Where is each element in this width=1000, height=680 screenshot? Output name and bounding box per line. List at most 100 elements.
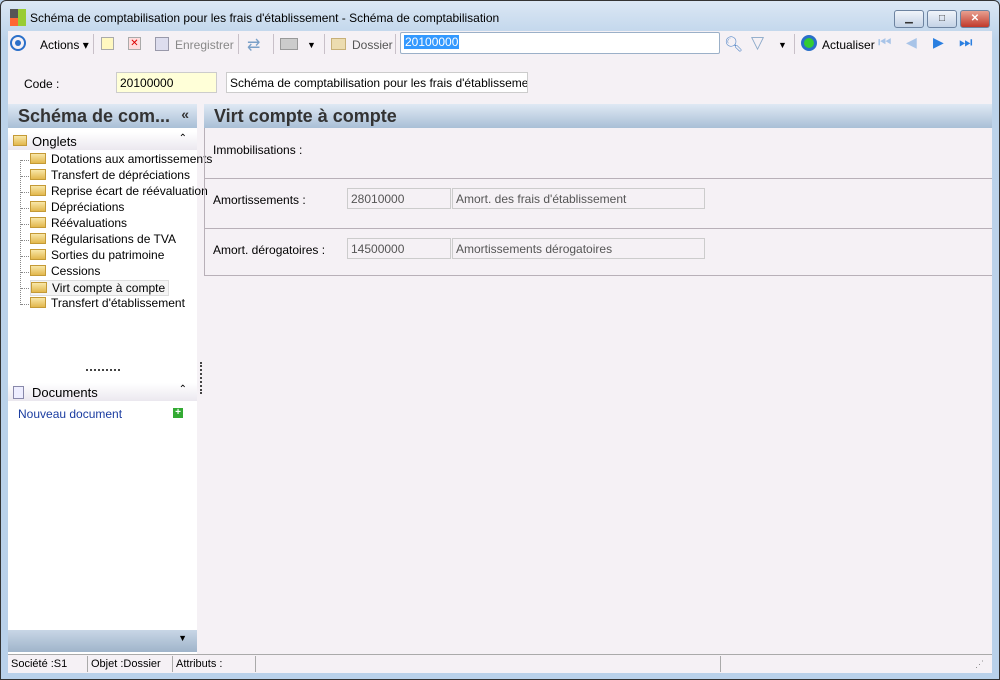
tree-item[interactable]: Reprise écart de réévaluation — [30, 184, 208, 200]
next-record-icon[interactable]: ▶ — [933, 34, 944, 51]
divider — [204, 275, 992, 276]
folder-icon — [30, 153, 46, 164]
tree-item-label: Sorties du patrimoine — [51, 248, 165, 262]
separator — [93, 34, 94, 54]
code-label: Code : — [24, 77, 60, 91]
collapse-icon[interactable]: ⌃ — [179, 133, 187, 144]
status-societe: Société :S1 — [8, 656, 88, 672]
tree-item-label: Réévaluations — [51, 216, 128, 230]
folder-icon — [30, 217, 46, 228]
divider — [204, 128, 205, 276]
collapse-panel-icon[interactable]: « — [181, 106, 189, 122]
amortissements-desc-input[interactable]: Amort. des frais d'établissement — [452, 188, 705, 209]
sync-icon[interactable]: ⇄ — [247, 35, 260, 55]
search-value: 20100000 — [404, 35, 460, 49]
separator — [273, 34, 274, 54]
filter-icon[interactable]: ▽ — [751, 33, 764, 53]
resize-grip[interactable]: ⋰ — [975, 659, 984, 670]
actions-menu[interactable]: Actions ▾ — [40, 38, 89, 52]
amortissements-code-input[interactable]: 28010000 — [347, 188, 451, 209]
tree-item[interactable]: Transfert d'établissement — [30, 296, 185, 312]
first-record-icon[interactable]: ⏮ — [878, 34, 892, 51]
add-document-icon[interactable]: + — [173, 408, 183, 418]
save-icon[interactable] — [155, 37, 169, 51]
folder-icon — [13, 135, 27, 146]
separator — [238, 34, 239, 54]
tree-item[interactable]: Sorties du patrimoine — [30, 248, 164, 264]
left-panel-header: Schéma de com... « — [8, 104, 197, 128]
collapse-icon[interactable]: ⌃ — [179, 384, 187, 395]
tree-item-label: Transfert d'établissement — [51, 296, 185, 310]
print-icon[interactable] — [280, 38, 298, 50]
code-input[interactable]: 20100000 — [116, 72, 217, 93]
separator — [794, 34, 795, 54]
maximize-button[interactable]: □ — [927, 10, 957, 28]
filter-dropdown[interactable]: ▼ — [778, 40, 787, 50]
new-icon[interactable] — [101, 37, 114, 50]
document-icon — [13, 386, 24, 399]
folder-icon — [30, 169, 46, 180]
refresh-button[interactable]: Actualiser — [822, 38, 875, 52]
tree-item-label: Virt compte à compte — [52, 281, 166, 295]
tree-item[interactable]: Dépréciations — [30, 200, 124, 216]
splitter-handle[interactable] — [86, 369, 120, 371]
main-header: Virt compte à compte — [204, 104, 992, 128]
onglets-label: Onglets — [32, 134, 77, 149]
tree-item[interactable]: Cessions — [30, 264, 100, 280]
left-panel-expand-bar[interactable]: ▼ — [8, 630, 197, 652]
close-button[interactable]: ✕ — [960, 10, 990, 28]
vertical-splitter-handle[interactable] — [200, 362, 202, 394]
last-record-icon[interactable]: ⏭ — [959, 34, 973, 51]
dossier-button[interactable]: Dossier — [352, 38, 393, 52]
tree-item[interactable]: Réévaluations — [30, 216, 127, 232]
folder-icon — [30, 233, 46, 244]
tree-item-label: Dépréciations — [51, 200, 125, 214]
tree-item[interactable]: Transfert de dépréciations — [30, 168, 190, 184]
menu-circle-icon[interactable] — [10, 35, 26, 51]
onglets-group-header[interactable]: Onglets ⌃ — [8, 132, 197, 150]
previous-record-icon[interactable]: ◀ — [906, 34, 917, 51]
folder-icon — [30, 249, 46, 260]
delete-icon[interactable]: ✕ — [128, 37, 141, 50]
separator — [395, 34, 396, 54]
folder-icon — [31, 282, 47, 293]
folder-icon — [30, 201, 46, 212]
search-input[interactable]: 20100000 — [400, 32, 720, 54]
tree-item[interactable]: Régularisations de TVA — [30, 232, 176, 248]
derogatoires-desc-input[interactable]: Amortissements dérogatoires — [452, 238, 705, 259]
tree-item[interactable]: Virt compte à compte — [30, 280, 170, 296]
refresh-icon[interactable] — [801, 35, 817, 51]
actions-label: Actions — [40, 38, 80, 52]
print-dropdown[interactable]: ▼ — [307, 40, 316, 50]
status-attributs: Attributs : — [173, 656, 256, 672]
folder-icon — [30, 185, 46, 196]
amortissements-label: Amortissements : — [213, 193, 306, 207]
left-panel-title: Schéma de com... — [18, 106, 171, 126]
folder-icon — [30, 265, 46, 276]
documents-group-header[interactable]: Documents ⌃ — [8, 383, 197, 401]
folder-icon — [30, 297, 46, 308]
tree-item-label: Reprise écart de réévaluation — [51, 184, 208, 198]
derogatoires-label: Amort. dérogatoires : — [213, 243, 326, 257]
status-objet: Objet :Dossier — [88, 656, 173, 672]
minimize-button[interactable]: ▁ — [894, 10, 924, 28]
divider — [204, 228, 992, 229]
immobilisations-label: Immobilisations : — [213, 143, 303, 157]
status-empty — [256, 656, 721, 672]
new-document-link[interactable]: Nouveau document — [18, 407, 122, 421]
tree-item-label: Cessions — [51, 264, 101, 278]
tree-item-label: Dotations aux amortissements — [51, 152, 213, 166]
description-input[interactable]: Schéma de comptabilisation pour les frai… — [226, 72, 528, 93]
divider — [204, 178, 992, 179]
search-icon[interactable]: 🔍︎ — [724, 35, 743, 53]
save-button[interactable]: Enregistrer — [175, 38, 234, 52]
tree-line — [20, 160, 21, 305]
documents-label: Documents — [32, 385, 98, 400]
tree-item-label: Transfert de dépréciations — [51, 168, 190, 182]
app-icon — [10, 9, 26, 26]
separator — [324, 34, 325, 54]
derogatoires-code-input[interactable]: 14500000 — [347, 238, 451, 259]
tree-item-label: Régularisations de TVA — [51, 232, 176, 246]
tree-item[interactable]: Dotations aux amortissements — [30, 152, 212, 168]
window-title: Schéma de comptabilisation pour les frai… — [30, 11, 500, 25]
